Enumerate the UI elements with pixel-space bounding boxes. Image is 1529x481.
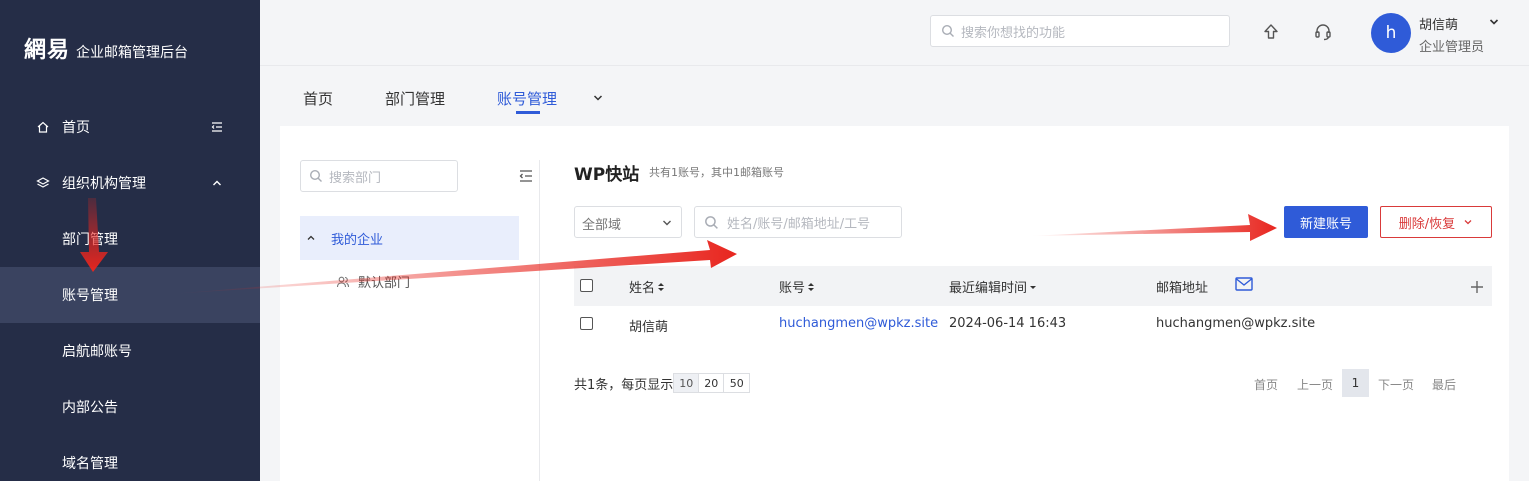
tree-node-label: 我的企业 bbox=[331, 232, 384, 248]
pagination-summary-text: 共1条，每页显示 bbox=[574, 377, 674, 393]
pagination-summary: 共1条，每页显示 10 20 50 bbox=[574, 373, 751, 393]
account-search-placeholder: 姓名/账号/邮箱地址/工号 bbox=[727, 216, 871, 232]
tree-node-root[interactable]: 我的企业 bbox=[300, 216, 519, 260]
account-search-input[interactable]: 姓名/账号/邮箱地址/工号 bbox=[694, 206, 902, 238]
cell-edited-time: 2024-06-14 16:43 bbox=[949, 316, 1067, 331]
sidebar-item-domain[interactable]: 域名管理 bbox=[0, 435, 260, 481]
active-tab-indicator bbox=[516, 111, 540, 114]
sidebar-item-label: 组织机构管理 bbox=[62, 176, 146, 192]
search-icon bbox=[941, 24, 954, 37]
select-all-checkbox[interactable] bbox=[580, 279, 593, 292]
pager-first[interactable]: 首页 bbox=[1254, 376, 1278, 393]
dept-search-input[interactable]: 搜索部门 bbox=[300, 160, 458, 192]
domain-select[interactable]: 全部域 bbox=[574, 206, 682, 238]
column-label: 最近编辑时间 bbox=[949, 281, 1028, 296]
pager-next[interactable]: 下一页 bbox=[1378, 376, 1414, 393]
table-header: 姓名 账号 最近编辑时间 邮箱地址 bbox=[574, 266, 1492, 306]
logo-mark: 網易 bbox=[24, 37, 71, 63]
caret-down-icon[interactable] bbox=[1488, 16, 1500, 28]
column-header-name[interactable]: 姓名 bbox=[629, 277, 665, 296]
pager-last[interactable]: 最后 bbox=[1432, 376, 1456, 393]
user-role: 企业管理员 bbox=[1419, 40, 1485, 55]
sidebar-item-accounts[interactable]: 账号管理 bbox=[0, 267, 260, 323]
org-title: WP快站 bbox=[574, 165, 640, 185]
content-panel: 搜索部门 我的企业 默认部门 WP快站 共有1账号，其中1邮箱账号 全部域 姓名… bbox=[280, 126, 1509, 481]
avatar[interactable]: h bbox=[1371, 13, 1411, 53]
tab-home[interactable]: 首页 bbox=[303, 88, 333, 109]
sort-icon bbox=[808, 282, 815, 291]
delete-restore-button[interactable]: 删除/恢复 bbox=[1380, 206, 1492, 238]
new-account-button[interactable]: 新建账号 bbox=[1284, 206, 1368, 238]
sidebar-item-label: 域名管理 bbox=[62, 456, 118, 472]
column-header-email: 邮箱地址 bbox=[1156, 281, 1209, 296]
sidebar-item-label: 部门管理 bbox=[62, 232, 118, 248]
row-checkbox[interactable] bbox=[580, 317, 593, 330]
page-size-selector: 10 20 50 bbox=[673, 373, 751, 393]
page-size-option[interactable]: 50 bbox=[724, 374, 749, 392]
search-icon bbox=[309, 169, 322, 182]
domain-select-value: 全部域 bbox=[582, 218, 622, 233]
column-label: 姓名 bbox=[629, 281, 656, 296]
home-icon bbox=[36, 120, 50, 134]
tree-node-default-dept[interactable]: 默认部门 bbox=[336, 272, 410, 291]
sidebar-item-dept[interactable]: 部门管理 bbox=[0, 211, 260, 267]
chevron-down-icon bbox=[663, 220, 671, 226]
chevron-down-icon bbox=[1464, 220, 1472, 225]
column-header-account[interactable]: 账号 bbox=[779, 277, 815, 296]
user-name[interactable]: 胡信萌 bbox=[1419, 14, 1458, 33]
logo: 網易 企业邮箱管理后台 bbox=[24, 32, 188, 64]
cell-email: huchangmen@wpkz.site bbox=[1156, 316, 1316, 331]
sidebar-item-org[interactable]: 组织机构管理 bbox=[0, 155, 260, 211]
sidebar: 網易 企业邮箱管理后台 首页 组织机构管理 部门管理 账号管理 启航邮账号 内部… bbox=[0, 0, 260, 481]
tab-dept[interactable]: 部门管理 bbox=[385, 88, 445, 109]
tab-bar: 首页 部门管理 账号管理 bbox=[260, 70, 1529, 126]
function-search-input[interactable]: 搜索你想找的功能 bbox=[930, 15, 1230, 47]
pager-current-page[interactable]: 1 bbox=[1342, 369, 1369, 397]
search-icon bbox=[705, 215, 718, 229]
panel-divider bbox=[539, 160, 540, 481]
sort-icon bbox=[658, 282, 665, 291]
collapse-menu-icon[interactable] bbox=[210, 120, 224, 134]
mail-icon[interactable] bbox=[1235, 277, 1253, 291]
page-size-option[interactable]: 10 bbox=[674, 374, 700, 392]
add-column-icon[interactable] bbox=[1470, 280, 1484, 294]
header: 搜索你想找的功能 h 胡信萌 企业管理员 bbox=[260, 0, 1529, 66]
tab-accounts[interactable]: 账号管理 bbox=[497, 88, 557, 109]
sidebar-item-label: 账号管理 bbox=[62, 288, 118, 304]
org-subtitle: 共有1账号，其中1邮箱账号 bbox=[649, 166, 784, 179]
tree-node-label: 默认部门 bbox=[358, 276, 411, 291]
dept-search-placeholder: 搜索部门 bbox=[329, 170, 382, 186]
collapse-panel-icon[interactable] bbox=[518, 168, 534, 184]
sidebar-item-home[interactable]: 首页 bbox=[0, 99, 260, 155]
chevron-up-icon bbox=[210, 176, 224, 190]
page-size-option[interactable]: 20 bbox=[699, 374, 725, 392]
upload-icon[interactable] bbox=[1260, 21, 1282, 43]
sort-desc-icon bbox=[1030, 285, 1037, 289]
sidebar-item-qihang[interactable]: 启航邮账号 bbox=[0, 323, 260, 379]
sidebar-item-label: 首页 bbox=[62, 120, 90, 136]
table-row[interactable]: 胡信萌 huchangmen@wpkz.site 2024-06-14 16:4… bbox=[574, 306, 1492, 342]
layers-icon bbox=[36, 176, 50, 190]
sidebar-item-label: 启航邮账号 bbox=[62, 344, 132, 360]
chevron-up-icon[interactable] bbox=[306, 233, 316, 243]
delete-restore-label: 删除/恢复 bbox=[1398, 216, 1456, 232]
logo-text: 企业邮箱管理后台 bbox=[76, 45, 189, 61]
sidebar-item-label: 内部公告 bbox=[62, 400, 118, 416]
search-placeholder: 搜索你想找的功能 bbox=[961, 25, 1066, 41]
column-label: 账号 bbox=[779, 281, 806, 296]
headset-icon[interactable] bbox=[1312, 21, 1334, 43]
pager-prev[interactable]: 上一页 bbox=[1297, 376, 1333, 393]
sidebar-item-notice[interactable]: 内部公告 bbox=[0, 379, 260, 435]
chevron-down-icon[interactable] bbox=[592, 92, 604, 104]
cell-account-link[interactable]: huchangmen@wpkz.site bbox=[779, 316, 938, 331]
cell-name: 胡信萌 bbox=[629, 320, 669, 335]
user-group-icon bbox=[336, 276, 350, 287]
column-header-edited[interactable]: 最近编辑时间 bbox=[949, 277, 1037, 296]
